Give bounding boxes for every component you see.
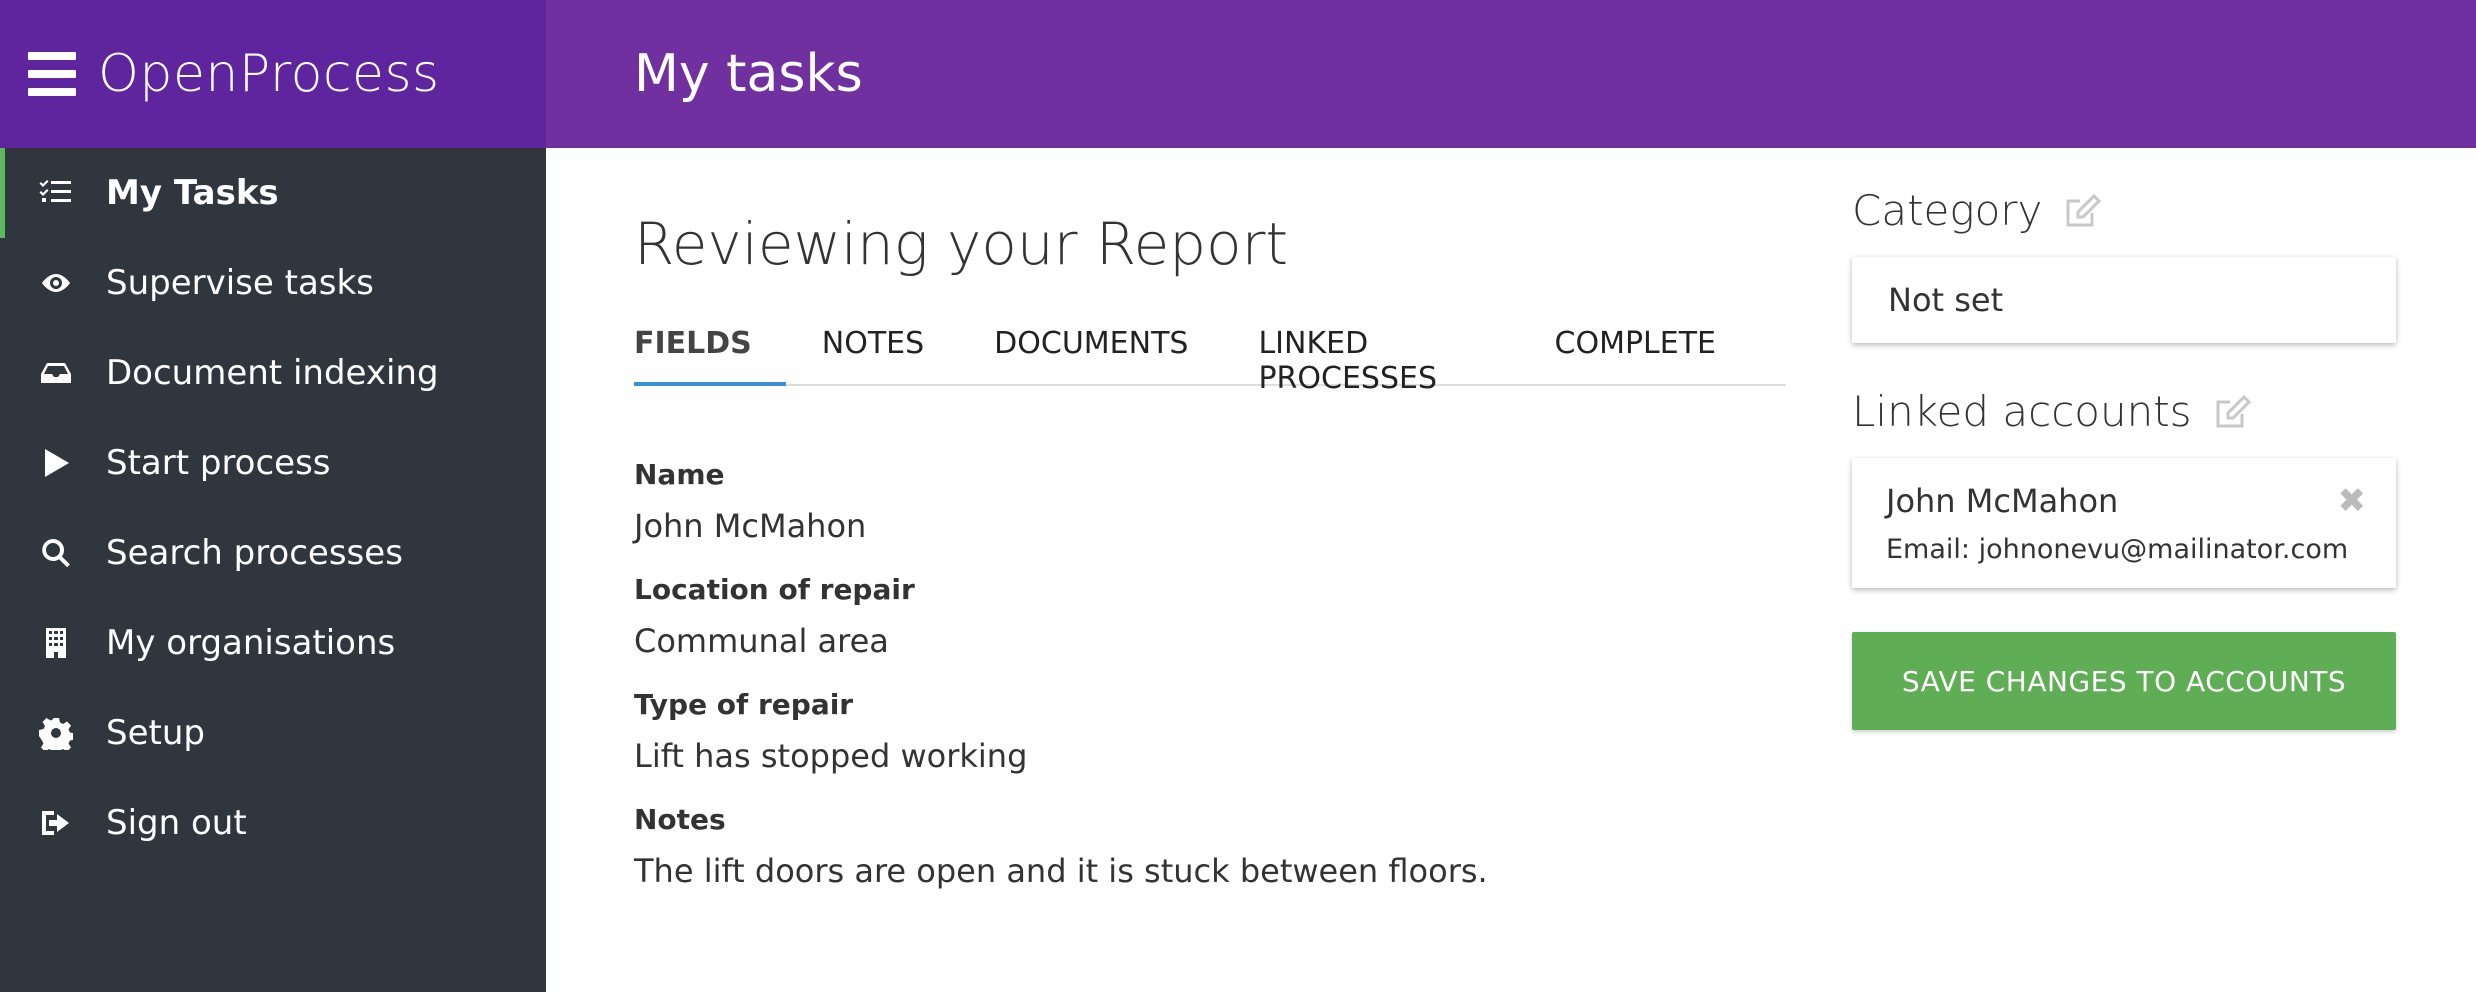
field-label: Notes [634,803,726,836]
field-name: Name John McMahon [634,458,1786,545]
field-label: Name [634,458,725,491]
edit-icon[interactable] [2064,192,2102,230]
edit-icon[interactable] [2214,393,2252,431]
header-title: My tasks [634,44,863,104]
field-label: Location of repair [634,573,915,606]
main-content: Reviewing your Report FIELDS NOTES DOCUM… [634,148,1786,918]
inbox-icon [38,355,74,391]
sidebar-item-supervise-tasks[interactable]: Supervise tasks [0,238,546,328]
play-icon [38,445,74,481]
tab-fields[interactable]: FIELDS [634,312,786,386]
eye-icon [38,265,74,301]
sidebar-item-sign-out[interactable]: Sign out [0,778,546,868]
field-notes: Notes The lift doors are open and it is … [634,803,1786,890]
sidebar-item-label: Start process [106,443,331,483]
category-value-card[interactable]: Not set [1852,257,2396,343]
hamburger-icon[interactable] [28,52,76,96]
tab-notes[interactable]: NOTES [822,312,924,384]
field-type-of-repair: Type of repair Lift has stopped working [634,688,1786,775]
sidebar-item-document-indexing[interactable]: Document indexing [0,328,546,418]
sidebar-item-label: Document indexing [106,353,439,393]
brand-name: OpenProcess [98,44,440,104]
tab-complete[interactable]: COMPLETE [1555,312,1716,384]
sidebar-item-label: Setup [106,713,205,753]
sidebar-item-label: Supervise tasks [106,263,374,303]
tab-bar: FIELDS NOTES DOCUMENTS LINKED PROCESSES … [634,312,1786,396]
account-email: Email: johnonevu@mailinator.com [1886,534,2349,565]
page-title: Reviewing your Report [634,210,1289,278]
sidebar-item-start-process[interactable]: Start process [0,418,546,508]
sign-out-icon [38,805,74,841]
field-value: Communal area [634,622,889,660]
category-heading-label: Category [1852,186,2043,235]
close-icon[interactable]: ✖ [2338,484,2367,518]
tab-documents[interactable]: DOCUMENTS [994,312,1188,384]
sidebar-item-label: Sign out [106,803,247,843]
sidebar: My Tasks Supervise tasks Document indexi… [0,148,546,992]
field-list: Name John McMahon Location of repair Com… [634,458,1786,890]
field-label: Type of repair [634,688,854,721]
brand-bar: OpenProcess [0,0,546,148]
app-root: OpenProcess My tasks My Tasks Supervise … [0,0,2476,992]
sidebar-item-my-tasks[interactable]: My Tasks [0,148,546,238]
field-value: Lift has stopped working [634,737,1028,775]
sidebar-item-label: Search processes [106,533,403,573]
gear-icon [38,715,74,751]
sidebar-item-label: My Tasks [106,173,279,213]
linked-accounts-heading-label: Linked accounts [1852,387,2192,436]
right-panel: Category Not set Linked accounts John Mc… [1852,148,2396,730]
linked-accounts-heading: Linked accounts [1852,387,2396,436]
field-location-of-repair: Location of repair Communal area [634,573,1786,660]
field-value: The lift doors are open and it is stuck … [634,852,1488,890]
sidebar-item-setup[interactable]: Setup [0,688,546,778]
sidebar-item-my-organisations[interactable]: My organisations [0,598,546,688]
account-name: John McMahon [1886,482,2119,520]
sidebar-item-search-processes[interactable]: Search processes [0,508,546,598]
header-bar: My tasks [546,0,2476,148]
field-value: John McMahon [634,507,867,545]
search-icon [38,535,74,571]
category-heading: Category [1852,186,2396,235]
sidebar-item-label: My organisations [106,623,396,663]
tab-linked-processes[interactable]: LINKED PROCESSES [1258,312,1484,396]
building-icon [38,625,74,661]
linked-account-card: John McMahon Email: johnonevu@mailinator… [1852,458,2396,588]
tasks-list-icon [38,175,74,211]
save-changes-button[interactable]: SAVE CHANGES TO ACCOUNTS [1852,632,2396,730]
